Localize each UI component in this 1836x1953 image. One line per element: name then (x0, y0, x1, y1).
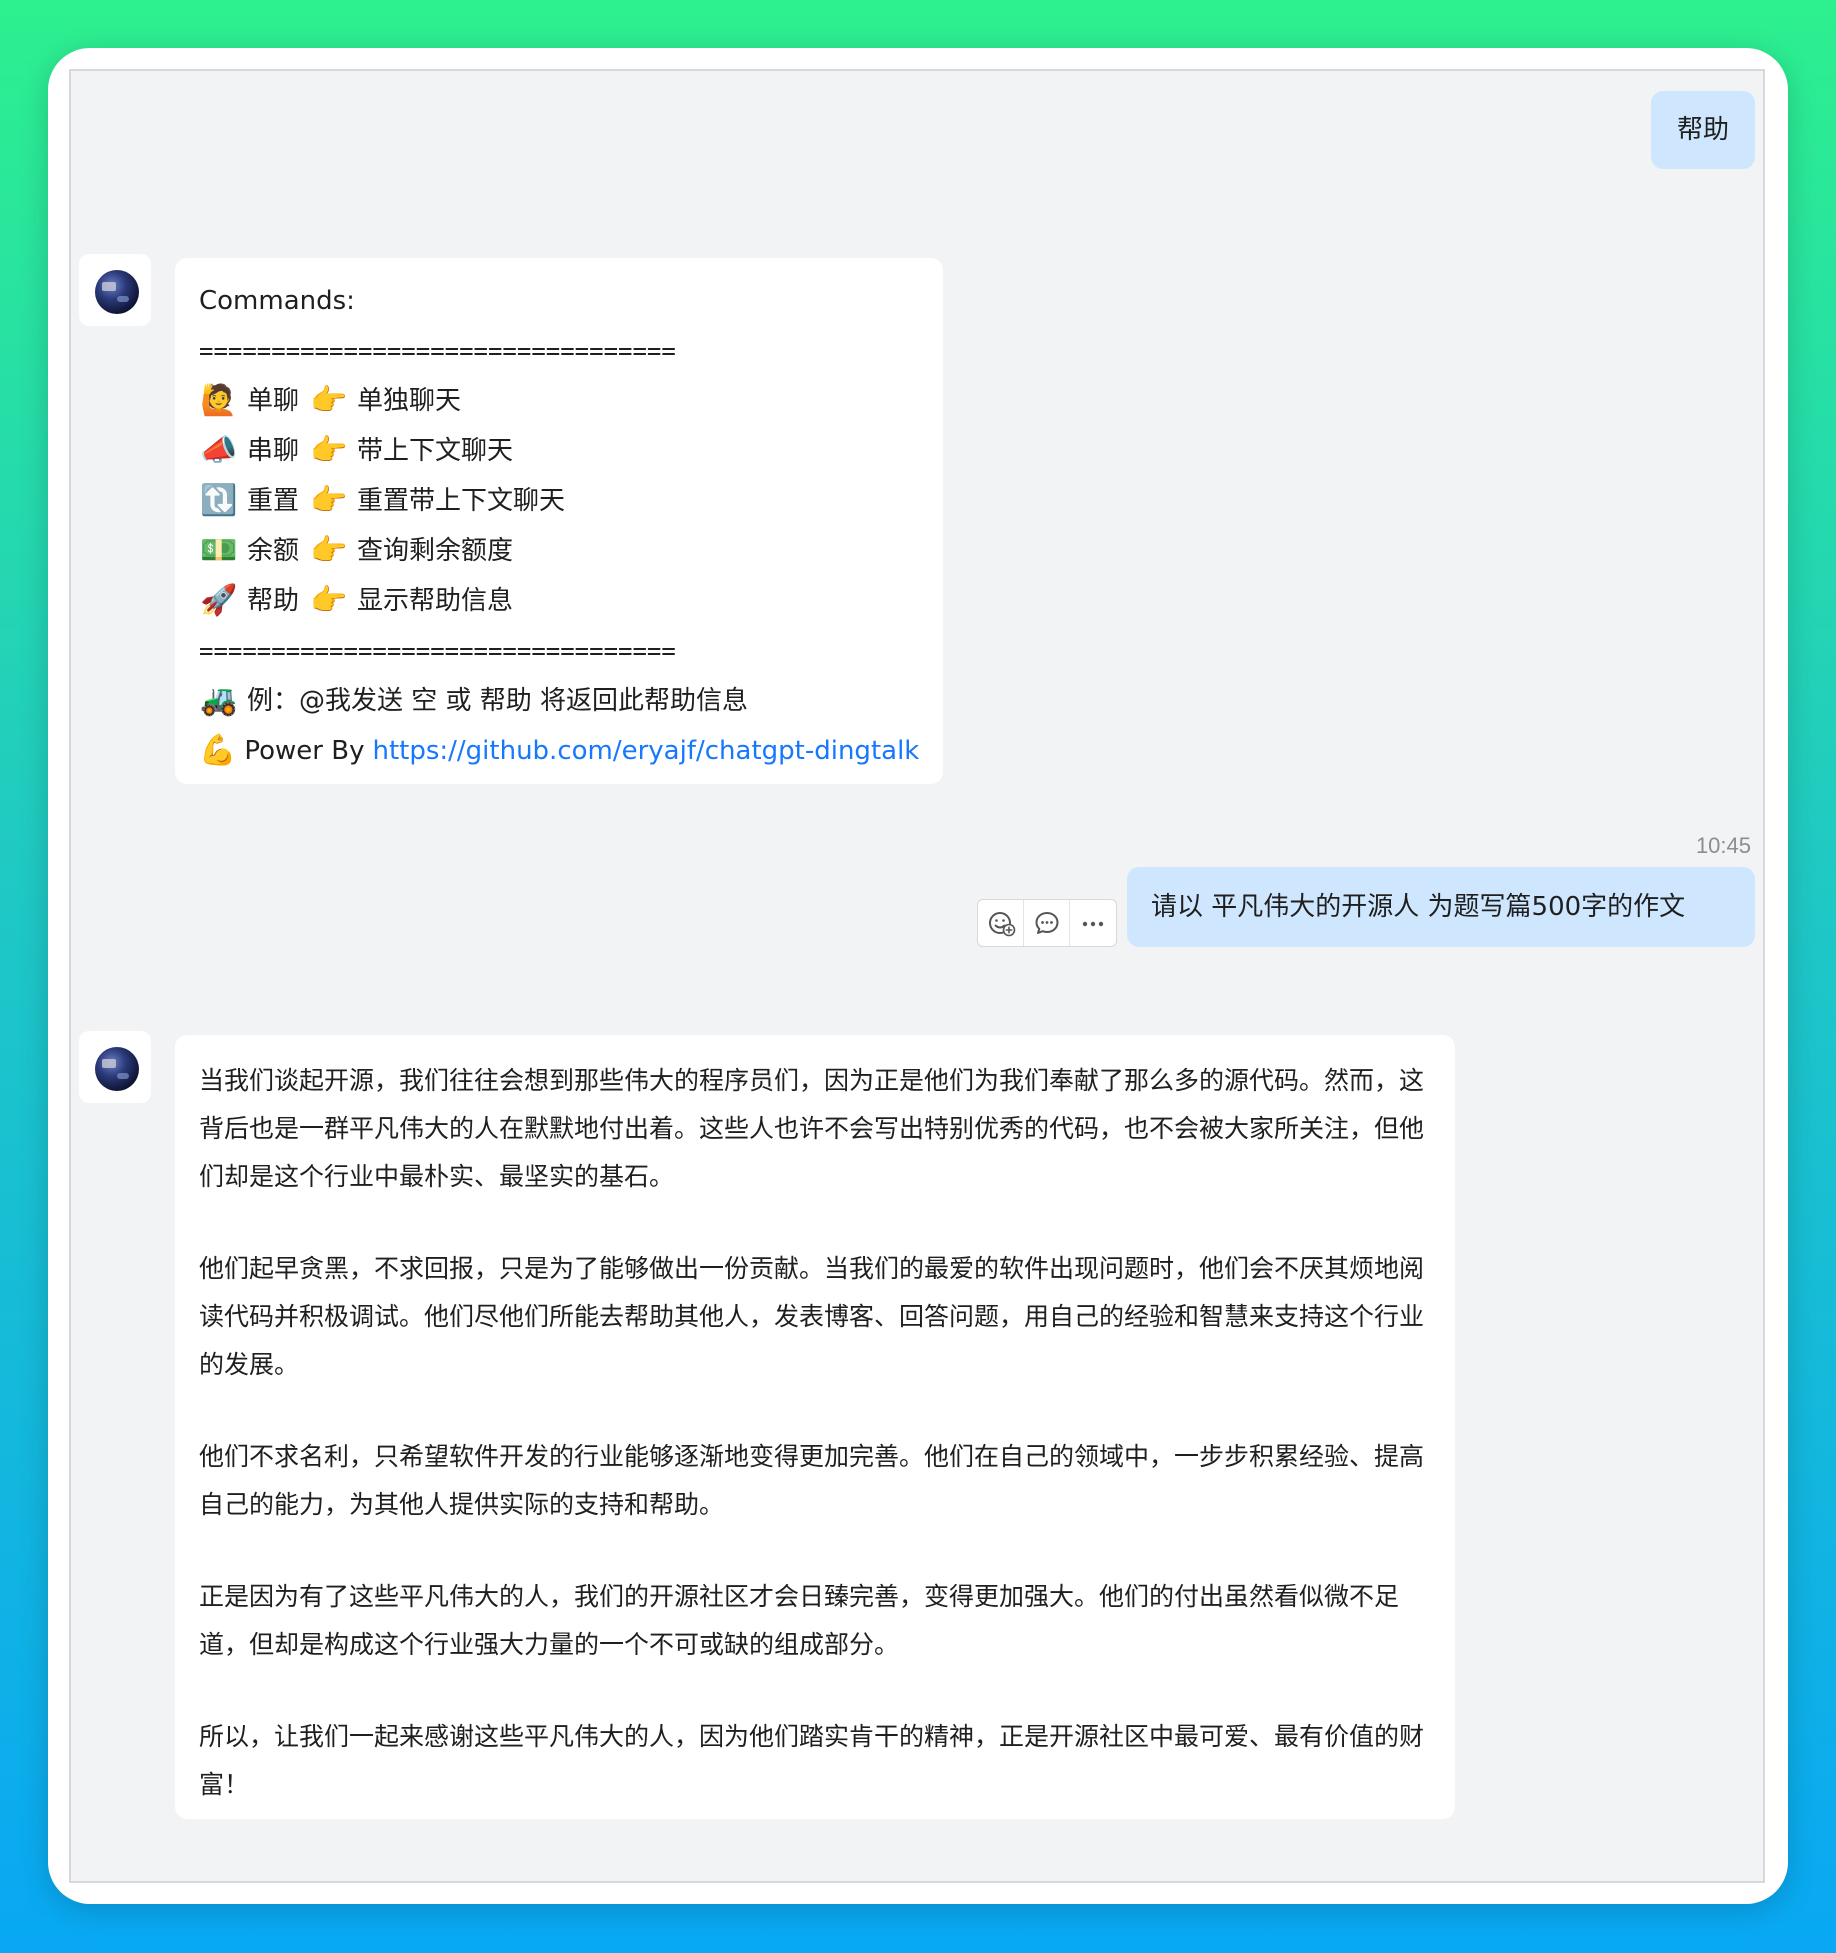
pointing-right-icon: 👉 (310, 383, 348, 418)
message-timestamp: 10:45 (1695, 833, 1751, 858)
incoming-message-essay[interactable]: 当我们谈起开源，我们往往会想到那些伟大的程序员们，因为正是他们为我们奉献了那么多… (175, 1035, 1455, 1819)
command-desc: 显示帮助信息 (357, 586, 514, 616)
reply-icon (1035, 912, 1058, 934)
message-actions-toolbar (977, 899, 1117, 947)
command-name: 重置 (247, 486, 300, 516)
megaphone-icon: 📣 (200, 433, 238, 468)
chat-panel[interactable]: 帮助 Commands: ===========================… (69, 69, 1765, 1883)
avatar[interactable] (95, 270, 139, 314)
refresh-icon: 🔃 (200, 483, 238, 518)
github-link[interactable]: https://github.com/eryajf/chatgpt-dingta… (372, 726, 919, 776)
commands-heading: Commands: (199, 276, 919, 326)
essay-paragraph: 当我们谈起开源，我们往往会想到那些伟大的程序员们，因为正是他们为我们奉献了那么多… (199, 1066, 1425, 1191)
command-row: 🚀 帮助 👉 显示帮助信息 (199, 576, 919, 626)
command-desc: 带上下文聊天 (357, 436, 514, 466)
incoming-message-commands[interactable]: Commands: ==============================… (175, 258, 943, 784)
message-text: 请以 平凡伟大的开源人 为题写篇500字的作文 (1151, 892, 1686, 922)
commands-heading-text: Commands: (199, 286, 355, 316)
tractor-icon: 🚜 (200, 683, 238, 718)
power-by-line: 💪 Power By https://github.com/eryajf/cha… (199, 726, 919, 776)
bot-avatar-frame[interactable] (79, 1031, 151, 1103)
command-name: 余额 (247, 536, 300, 566)
avatar[interactable] (95, 1047, 139, 1091)
emoji-reaction-icon (988, 912, 1015, 937)
outgoing-message[interactable]: 请以 平凡伟大的开源人 为题写篇500字的作文 (1127, 867, 1755, 947)
command-row: 🔃 重置 👉 重置带上下文聊天 (199, 476, 919, 526)
rocket-icon: 🚀 (200, 583, 238, 618)
emoji-reaction-button[interactable] (978, 900, 1024, 946)
command-row: 💵 余额 👉 查询剩余额度 (199, 526, 919, 576)
command-name: 帮助 (247, 586, 300, 616)
essay-paragraph: 他们起早贪黑，不求回报，只是为了能够做出一份贡献。当我们的最爱的软件出现问题时，… (199, 1254, 1425, 1379)
power-by-label: Power By (244, 736, 365, 766)
reply-button[interactable] (1024, 900, 1070, 946)
command-name: 串聊 (247, 436, 300, 466)
essay-paragraph: 他们不求名利，只希望软件开发的行业能够逐渐地变得更加完善。他们在自己的领域中，一… (199, 1442, 1425, 1519)
essay-paragraph: 正是因为有了这些平凡伟大的人，我们的开源社区才会日臻完善，变得更加强大。他们的付… (199, 1582, 1400, 1659)
command-row: 📣 串聊 👉 带上下文聊天 (199, 426, 919, 476)
essay-paragraph: 所以，让我们一起来感谢这些平凡伟大的人，因为他们踏实肯干的精神，正是开源社区中最… (199, 1722, 1425, 1799)
command-desc: 查询剩余额度 (357, 536, 514, 566)
separator-text: ================================= (199, 337, 676, 365)
command-row: 🙋 单聊 👉 单独聊天 (199, 376, 919, 426)
message-text: 帮助 (1676, 115, 1729, 145)
separator-line: ================================= (199, 326, 919, 376)
pointing-right-icon: 👉 (310, 483, 348, 518)
pointing-right-icon: 👉 (310, 533, 348, 568)
money-icon: 💵 (200, 533, 238, 568)
more-button[interactable] (1070, 900, 1116, 946)
raising-hand-icon: 🙋 (200, 383, 238, 418)
pointing-right-icon: 👉 (310, 583, 348, 618)
example-line: 🚜 例：@我发送 空 或 帮助 将返回此帮助信息 (199, 676, 919, 726)
flexed-biceps-icon: 💪 (199, 733, 237, 768)
outgoing-message[interactable]: 帮助 (1651, 91, 1755, 169)
pointing-right-icon: 👉 (310, 433, 348, 468)
command-desc: 单独聊天 (357, 386, 462, 416)
command-desc: 重置带上下文聊天 (357, 486, 566, 516)
command-name: 单聊 (247, 386, 300, 416)
separator-line: ================================= (199, 626, 919, 676)
example-text: 例：@我发送 空 或 帮助 将返回此帮助信息 (247, 686, 749, 716)
separator-text: ================================= (199, 637, 676, 665)
bot-avatar-frame[interactable] (79, 254, 151, 326)
more-icon (1082, 921, 1104, 927)
